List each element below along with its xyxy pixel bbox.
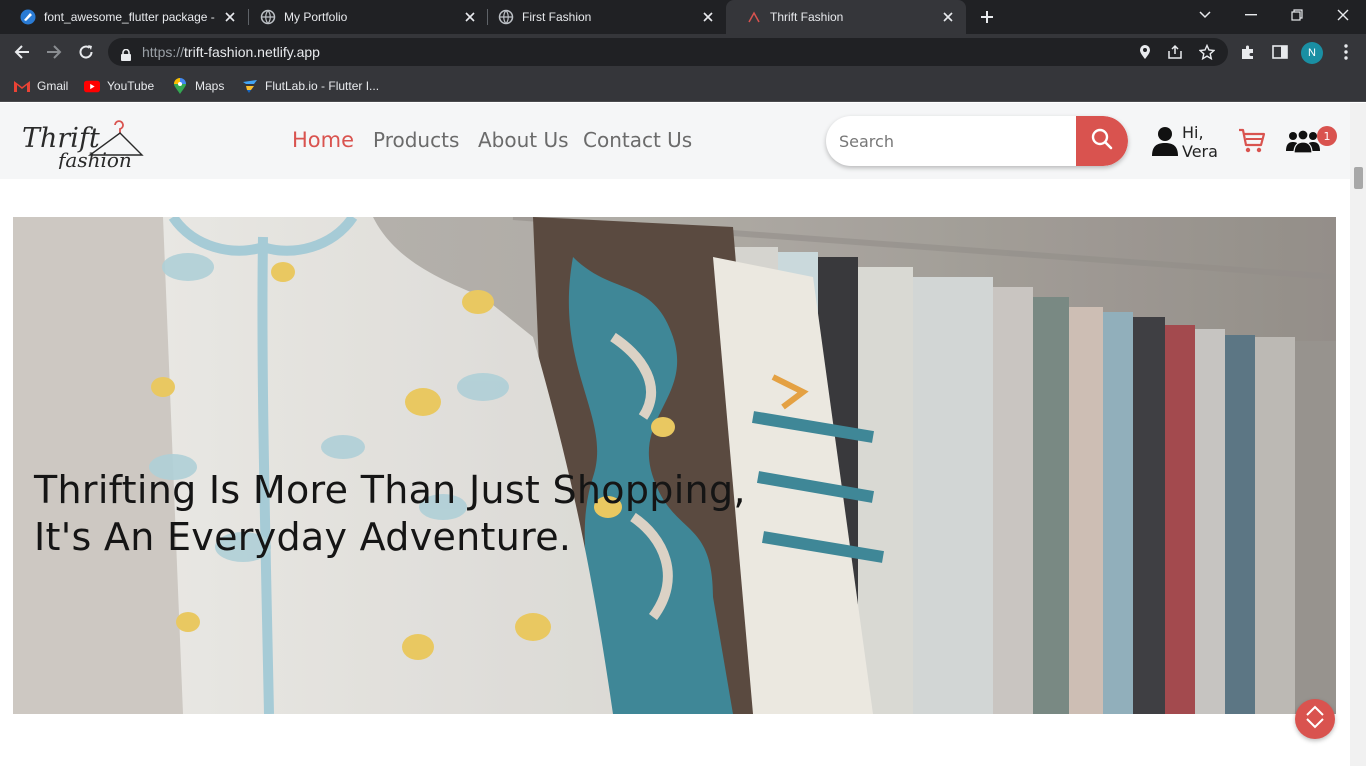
nav-products[interactable]: Products <box>373 128 459 152</box>
greeting-name: Vera <box>1182 142 1218 161</box>
new-tab-button[interactable] <box>976 6 998 28</box>
tab-title: My Portfolio <box>284 10 348 24</box>
url-scheme: https:// <box>142 44 185 60</box>
nav-about-us[interactable]: About Us <box>478 128 569 152</box>
bookmark-label: Gmail <box>37 79 69 93</box>
bookmark-gmail[interactable]: Gmail <box>14 76 68 96</box>
bookmark-youtube[interactable]: YouTube <box>84 76 154 96</box>
greeting-hi: Hi, <box>1182 123 1204 142</box>
nav-contact-us[interactable]: Contact Us <box>583 128 692 152</box>
hero-clothing-rack-image <box>13 217 1336 714</box>
scrollbar-thumb[interactable] <box>1354 167 1363 189</box>
maps-icon <box>172 78 188 94</box>
browser-tab-bar: font_awesome_flutter package - My Portfo… <box>0 0 1366 34</box>
back-icon[interactable] <box>8 38 36 66</box>
web-page: Thrift fashion Home Products About Us Co… <box>0 103 1350 766</box>
tab-title: font_awesome_flutter package - <box>44 10 215 24</box>
page-scrollbar[interactable] <box>1350 103 1366 766</box>
thrift-fashion-favicon <box>746 9 762 25</box>
cart-icon[interactable] <box>1238 127 1266 155</box>
tab-title: First Fashion <box>522 10 592 24</box>
url-text: https://trift-fashion.netlify.app <box>142 44 320 60</box>
globe-icon <box>498 9 514 25</box>
url-host: trift-fashion.netlify.app <box>184 44 320 60</box>
close-icon[interactable] <box>698 7 718 27</box>
close-window-icon[interactable] <box>1320 0 1366 30</box>
globe-icon <box>260 9 276 25</box>
bookmark-star-icon[interactable] <box>1198 43 1216 61</box>
search-button[interactable] <box>1076 116 1128 166</box>
reload-icon[interactable] <box>72 38 100 66</box>
thrift-fashion-logo[interactable]: Thrift fashion <box>20 117 145 172</box>
bookmark-flutlab[interactable]: FlutLab.io - Flutter I... <box>242 76 379 96</box>
bookmark-maps[interactable]: Maps <box>172 76 224 96</box>
tab-first-fashion[interactable]: First Fashion <box>478 0 726 34</box>
user-icon <box>1152 126 1178 160</box>
chevron-up-down-icon <box>1304 704 1326 734</box>
restore-icon[interactable] <box>1274 0 1320 30</box>
hero-headline-line2: It's An Everyday Adventure. <box>34 515 572 559</box>
scroll-top-button[interactable] <box>1295 699 1335 739</box>
tab-title: Thrift Fashion <box>770 10 844 24</box>
site-header: Thrift fashion Home Products About Us Co… <box>0 103 1350 179</box>
tab-font-awesome[interactable]: font_awesome_flutter package - <box>0 0 248 34</box>
hero-banner: Thrifting Is More Than Just Shopping, It… <box>13 217 1336 714</box>
lock-icon[interactable] <box>121 46 131 65</box>
youtube-icon <box>84 78 100 94</box>
extensions-icon[interactable] <box>1238 42 1258 62</box>
hero-headline-line1: Thrifting Is More Than Just Shopping, <box>34 468 746 512</box>
close-icon[interactable] <box>220 7 240 27</box>
hero-headline: Thrifting Is More Than Just Shopping, It… <box>34 467 746 561</box>
bookmarks-bar: Gmail YouTube Maps FlutLab.io - Flutter … <box>0 70 1366 102</box>
share-icon[interactable] <box>1166 43 1184 61</box>
dart-icon <box>20 9 36 25</box>
logo-word-fashion: fashion <box>56 148 132 169</box>
bookmark-label: Maps <box>195 79 225 93</box>
bookmark-label: YouTube <box>107 79 155 93</box>
user-greeting: Hi, Vera <box>1182 123 1218 161</box>
search-icon <box>1091 128 1113 154</box>
search-input[interactable] <box>826 116 1076 166</box>
forward-icon[interactable] <box>40 38 68 66</box>
close-icon[interactable] <box>460 7 480 27</box>
bookmark-label: FlutLab.io - Flutter I... <box>265 79 380 93</box>
close-icon[interactable] <box>938 7 958 27</box>
location-icon[interactable] <box>1136 43 1154 61</box>
tab-my-portfolio[interactable]: My Portfolio <box>240 0 488 34</box>
search-box <box>826 116 1128 166</box>
browser-toolbar: https://trift-fashion.netlify.app N <box>0 34 1366 70</box>
flutlab-icon <box>242 78 258 94</box>
gmail-icon <box>14 78 30 94</box>
nav-home[interactable]: Home <box>292 128 354 152</box>
side-panel-icon[interactable] <box>1270 42 1290 62</box>
community-badge: 1 <box>1317 126 1337 146</box>
minimize-icon[interactable] <box>1228 0 1274 30</box>
profile-avatar[interactable]: N <box>1301 42 1323 64</box>
address-bar[interactable]: https://trift-fashion.netlify.app <box>108 38 1228 66</box>
menu-kebab-icon[interactable] <box>1336 42 1356 62</box>
tab-search-icon[interactable] <box>1182 0 1228 30</box>
community-icon[interactable] <box>1286 129 1320 154</box>
tab-thrift-fashion[interactable]: Thrift Fashion <box>726 0 966 34</box>
user-account[interactable]: Hi, Vera <box>1152 123 1224 163</box>
